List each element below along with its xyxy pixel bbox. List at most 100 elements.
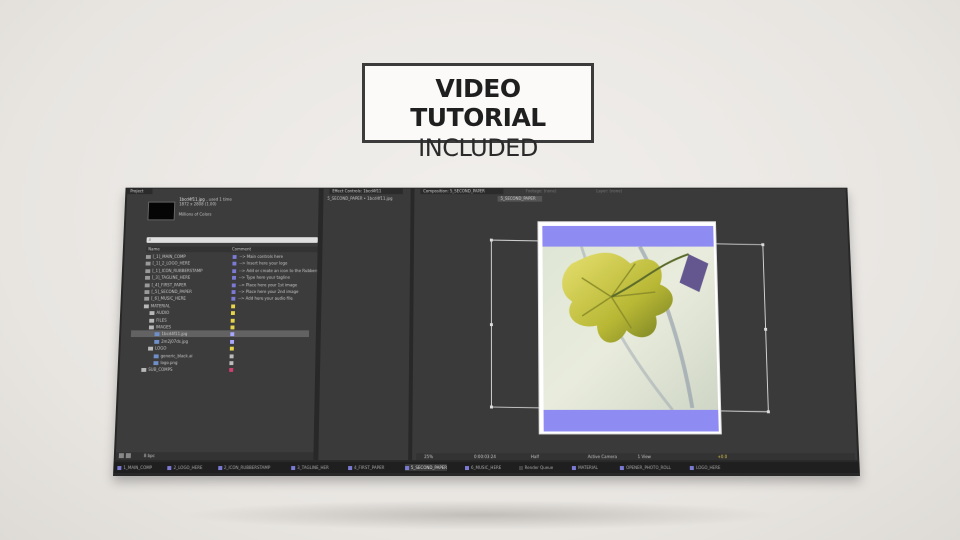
- project-item[interactable]: [_1]_MAIN_COMP --> Main controls here: [134, 253, 311, 260]
- column-comment[interactable]: Comment: [232, 247, 251, 252]
- new-folder-icon[interactable]: [125, 453, 131, 459]
- project-item-name: SUB_COMPS: [148, 367, 173, 373]
- label-color-swatch[interactable]: [229, 354, 234, 358]
- timeline-tab[interactable]: 2_LOGO_HERE: [167, 464, 203, 471]
- label-color-swatch[interactable]: [229, 346, 234, 351]
- tab-effect-controls[interactable]: Effect Controls: 1bcd4f11: [329, 188, 403, 195]
- label-color-swatch[interactable]: [232, 269, 237, 273]
- project-item[interactable]: generic_black.ai: [130, 352, 309, 359]
- transform-handle[interactable]: [766, 410, 770, 414]
- transform-handle[interactable]: [489, 322, 493, 326]
- project-item[interactable]: [_4]_FIRST_PAPER --> Place here your 1st …: [133, 281, 310, 288]
- timeline-tab[interactable]: LOGO_HERE: [690, 464, 720, 471]
- label-color-swatch[interactable]: [231, 304, 236, 309]
- comp-toolbar: 25% 0:00:03:24 Half Active Camera 1 View…: [416, 453, 856, 461]
- file-icon: [154, 332, 160, 337]
- transform-handle[interactable]: [764, 327, 768, 331]
- timeline-tab[interactable]: 2_ICON_RUBBERSTAMP: [217, 464, 271, 471]
- project-item-name: 2m2j07ds.jpg: [161, 338, 189, 344]
- timeline-tab-label: 6_MUSIC_HERE: [471, 465, 502, 471]
- exposure-value[interactable]: +0.0: [717, 454, 727, 459]
- transform-handle[interactable]: [761, 243, 765, 247]
- project-column-header: Name Comment: [146, 246, 318, 253]
- column-name[interactable]: Name: [148, 247, 160, 252]
- screen-shadow: [180, 500, 780, 530]
- label-color-swatch[interactable]: [231, 297, 236, 302]
- timeline-tab[interactable]: 5_SECOND_PAPER: [404, 464, 448, 472]
- timeline-tab[interactable]: Render Queue: [518, 464, 554, 471]
- project-item[interactable]: [_3]_TAGLINE_HERE --> Type here your tagl…: [133, 274, 310, 281]
- tab-project[interactable]: Project: [127, 188, 153, 195]
- timeline-tab[interactable]: 6_MUSIC_HERE: [465, 464, 501, 471]
- resolution-select[interactable]: Half: [531, 454, 539, 459]
- label-color-swatch[interactable]: [232, 262, 237, 266]
- label-color-swatch[interactable]: [230, 339, 235, 344]
- composition-icon: [145, 276, 151, 280]
- zoom-select[interactable]: 25%: [424, 454, 433, 459]
- project-item[interactable]: LOGO: [130, 345, 309, 352]
- project-item-name: MATERIAL: [150, 303, 171, 309]
- folder-icon: [148, 346, 154, 351]
- project-item-name: [_1]_2_LOGO_HERE: [152, 261, 191, 266]
- project-item-name: [_6]_MUSIC_HERE: [150, 296, 186, 302]
- tab-footage[interactable]: Footage: (none): [523, 189, 568, 195]
- label-color-swatch[interactable]: [232, 255, 237, 259]
- project-item-comment: --> Place here your 2nd image: [238, 289, 299, 294]
- label-color-swatch[interactable]: [231, 283, 236, 287]
- project-item[interactable]: logo.png: [130, 359, 309, 366]
- composition-icon: [145, 255, 151, 259]
- project-panel: Project 1bcd4f11.jpg , used 1 time 1872 …: [115, 188, 319, 461]
- tab-color-swatch: [572, 466, 577, 471]
- project-item-comment: --> Type here your tagline: [238, 275, 291, 280]
- tab-color-swatch: [291, 466, 296, 471]
- label-color-swatch[interactable]: [229, 368, 234, 373]
- folder-icon: [143, 304, 149, 309]
- trash-icon[interactable]: [118, 453, 124, 459]
- timeline-tab[interactable]: MATERIAL: [572, 464, 598, 471]
- label-color-swatch[interactable]: [230, 332, 235, 337]
- tab-color-swatch: [620, 466, 625, 471]
- camera-select[interactable]: Active Camera: [588, 454, 617, 459]
- headline-subtitle: INCLUDED: [418, 134, 538, 162]
- project-item[interactable]: SUB_COMPS: [129, 366, 308, 373]
- timeline-tab[interactable]: 1_MAIN_COMP: [117, 464, 152, 471]
- label-color-swatch[interactable]: [231, 290, 236, 294]
- project-item[interactable]: 1bcd4f11.jpg: [130, 330, 310, 338]
- timecode-display[interactable]: 0:00:03:24: [474, 454, 496, 459]
- project-item-name: logo.png: [160, 360, 178, 366]
- label-color-swatch[interactable]: [229, 361, 234, 366]
- label-color-swatch[interactable]: [230, 318, 235, 323]
- project-item[interactable]: [_1]_2_LOGO_HERE --> Insert here your log…: [134, 260, 311, 267]
- timeline-tab-label: OPENER_PHOTO_ROLL: [626, 465, 671, 471]
- label-color-swatch[interactable]: [230, 325, 235, 330]
- project-item[interactable]: 2m2j07ds.jpg: [131, 338, 309, 345]
- project-item[interactable]: FILES: [131, 317, 309, 324]
- tab-composition[interactable]: Composition: 5_SECOND_PAPER: [420, 188, 504, 195]
- project-item[interactable]: MATERIAL: [132, 302, 310, 309]
- effect-controls-panel: Effect Controls: 1bcd4f11 5_SECOND_PAPER…: [318, 188, 411, 461]
- timeline-tab[interactable]: 3_TAGLINE_HER: [291, 464, 329, 471]
- label-color-swatch[interactable]: [230, 311, 235, 316]
- project-search-input[interactable]: ⌕: [146, 237, 318, 243]
- view-layout-select[interactable]: 1 View: [638, 454, 651, 459]
- project-item[interactable]: IMAGES: [131, 324, 309, 331]
- timeline-tab-label: 2_ICON_RUBBERSTAMP: [223, 465, 271, 471]
- transform-handle[interactable]: [489, 405, 493, 409]
- bit-depth-button[interactable]: 8 bpc: [144, 453, 155, 458]
- project-item[interactable]: [_6]_MUSIC_HERE --> Add here your audio f…: [132, 295, 309, 302]
- project-item-name: generic_black.ai: [160, 353, 193, 358]
- tab-color-swatch: [167, 466, 172, 471]
- timeline-tab[interactable]: 4_FIRST_PAPER: [347, 464, 384, 471]
- project-item[interactable]: AUDIO: [132, 309, 310, 316]
- project-item-comment: --> Place here your 1st image: [238, 282, 298, 287]
- comp-subtab[interactable]: 5_SECOND_PAPER: [497, 196, 543, 202]
- project-item[interactable]: [_1]_ICON_RUBBERSTAMP --> Add or create a…: [134, 267, 319, 274]
- transform-handle[interactable]: [489, 238, 493, 242]
- label-color-swatch[interactable]: [231, 276, 236, 280]
- tab-layer[interactable]: Layer: (none): [593, 189, 638, 195]
- folder-icon: [149, 318, 155, 323]
- tab-color-swatch: [518, 466, 523, 471]
- project-item[interactable]: [_5]_SECOND_PAPER --> Place here your 2nd…: [133, 288, 310, 295]
- timeline-tab-label: 5_SECOND_PAPER: [410, 465, 448, 471]
- timeline-tab[interactable]: OPENER_PHOTO_ROLL: [620, 464, 671, 471]
